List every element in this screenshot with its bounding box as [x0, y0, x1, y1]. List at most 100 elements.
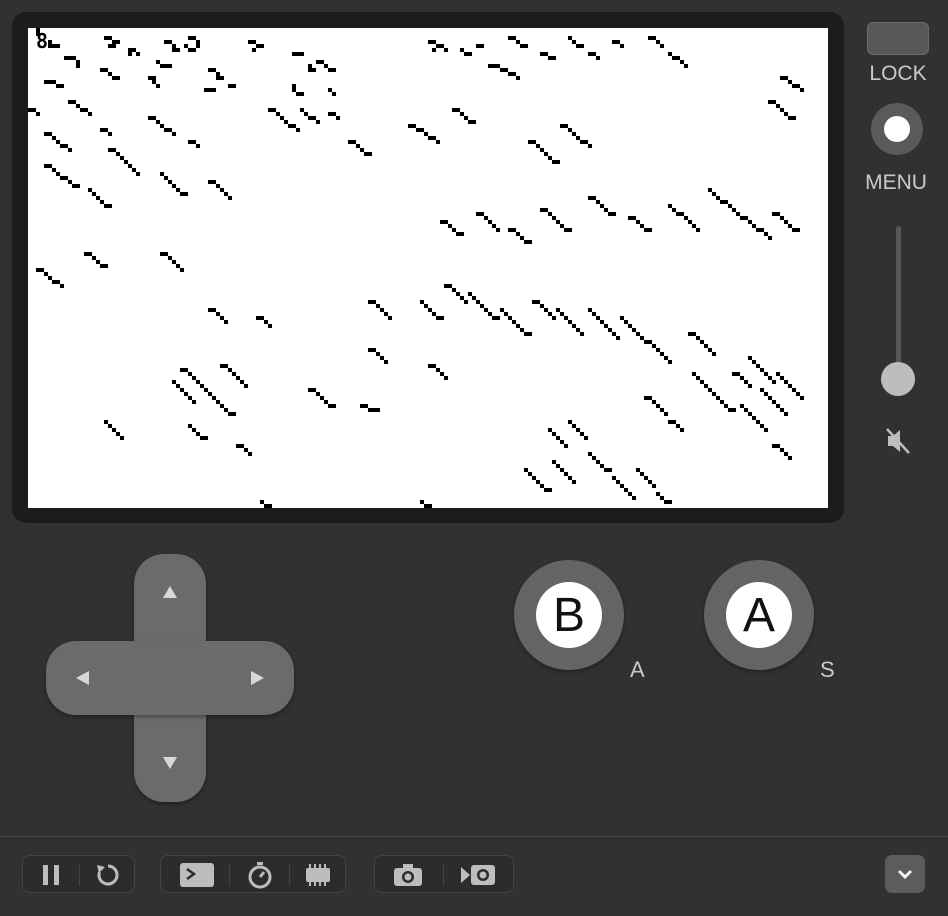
live-cell: [152, 116, 156, 120]
live-cell: [68, 148, 72, 152]
live-cell: [608, 212, 612, 216]
live-cell: [188, 424, 192, 428]
live-cell: [232, 84, 236, 88]
capture-group: [374, 855, 514, 893]
collapse-button[interactable]: [885, 855, 925, 893]
live-cell: [156, 60, 160, 64]
dpad-down-button[interactable]: [161, 755, 179, 776]
live-cell: [224, 408, 228, 412]
live-cell: [236, 376, 240, 380]
live-cell: [32, 108, 36, 112]
live-cell: [552, 316, 556, 320]
live-cell: [588, 308, 592, 312]
live-cell: [572, 480, 576, 484]
screenshot-button[interactable]: [387, 856, 429, 894]
live-cell: [720, 400, 724, 404]
live-cell: [52, 80, 56, 84]
live-cell: [368, 152, 372, 156]
pause-button[interactable]: [33, 856, 69, 894]
live-cell: [636, 220, 640, 224]
live-cell: [648, 228, 652, 232]
mute-icon[interactable]: [884, 426, 912, 461]
game-screen[interactable]: 8: [28, 28, 828, 508]
live-cell: [592, 312, 596, 316]
live-cell: [556, 160, 560, 164]
playback-group: [22, 855, 135, 893]
memory-button[interactable]: [297, 856, 339, 894]
live-cell: [116, 152, 120, 156]
live-cell: [796, 84, 800, 88]
lock-button[interactable]: [867, 22, 929, 55]
live-cell: [440, 44, 444, 48]
live-cell: [224, 320, 228, 324]
a-button[interactable]: A: [704, 560, 814, 670]
volume-slider-knob[interactable]: [881, 362, 915, 396]
live-cell: [212, 68, 216, 72]
b-button[interactable]: B: [514, 560, 624, 670]
live-cell: [360, 404, 364, 408]
live-cell: [72, 100, 76, 104]
live-cell: [624, 320, 628, 324]
dpad-left-button[interactable]: [74, 669, 92, 692]
live-cell: [112, 76, 116, 80]
live-cell: [328, 112, 332, 116]
live-cell: [292, 88, 296, 92]
live-cell: [776, 212, 780, 216]
right-arrow-icon: [251, 671, 264, 685]
live-cell: [768, 236, 772, 240]
live-cell: [480, 212, 484, 216]
live-cell: [436, 316, 440, 320]
live-cell: [668, 420, 672, 424]
screen-bezel: 8: [12, 12, 844, 523]
live-cell: [552, 216, 556, 220]
live-cell: [432, 48, 436, 52]
live-cell: [128, 52, 132, 56]
dpad-up-button[interactable]: [161, 584, 179, 605]
live-cell: [380, 356, 384, 360]
menu-button[interactable]: [871, 103, 923, 155]
live-cell: [68, 180, 72, 184]
live-cell: [168, 128, 172, 132]
live-cell: [212, 308, 216, 312]
live-cell: [648, 480, 652, 484]
live-cell: [448, 224, 452, 228]
live-cell: [60, 284, 64, 288]
live-cell: [220, 188, 224, 192]
live-cell: [548, 56, 552, 60]
live-cell: [612, 212, 616, 216]
live-cell: [160, 124, 164, 128]
live-cell: [124, 160, 128, 164]
live-cell: [524, 332, 528, 336]
stopwatch-button[interactable]: [239, 856, 281, 894]
live-cell: [212, 180, 216, 184]
toolbar-separator: [443, 864, 444, 886]
console-button[interactable]: [175, 856, 219, 894]
live-cell: [328, 88, 332, 92]
live-cell: [196, 144, 200, 148]
live-cell: [100, 68, 104, 72]
live-cell: [544, 488, 548, 492]
live-cell: [680, 60, 684, 64]
live-cell: [192, 400, 196, 404]
live-cell: [328, 404, 332, 408]
live-cell: [232, 412, 236, 416]
live-cell: [172, 132, 176, 136]
live-cell: [776, 372, 780, 376]
live-cell: [656, 404, 660, 408]
live-cell: [692, 224, 696, 228]
live-cell: [192, 428, 196, 432]
dpad-right-button[interactable]: [248, 669, 266, 692]
live-cell: [784, 380, 788, 384]
live-cell: [148, 116, 152, 120]
live-cell: [180, 268, 184, 272]
live-cell: [676, 212, 680, 216]
live-cell: [788, 384, 792, 388]
live-cell: [772, 400, 776, 404]
record-button[interactable]: [455, 856, 501, 894]
dpad-center: [134, 641, 206, 715]
restart-button[interactable]: [89, 856, 127, 894]
live-cell: [376, 352, 380, 356]
live-cell: [584, 140, 588, 144]
live-cell: [504, 68, 508, 72]
live-cell: [272, 108, 276, 112]
